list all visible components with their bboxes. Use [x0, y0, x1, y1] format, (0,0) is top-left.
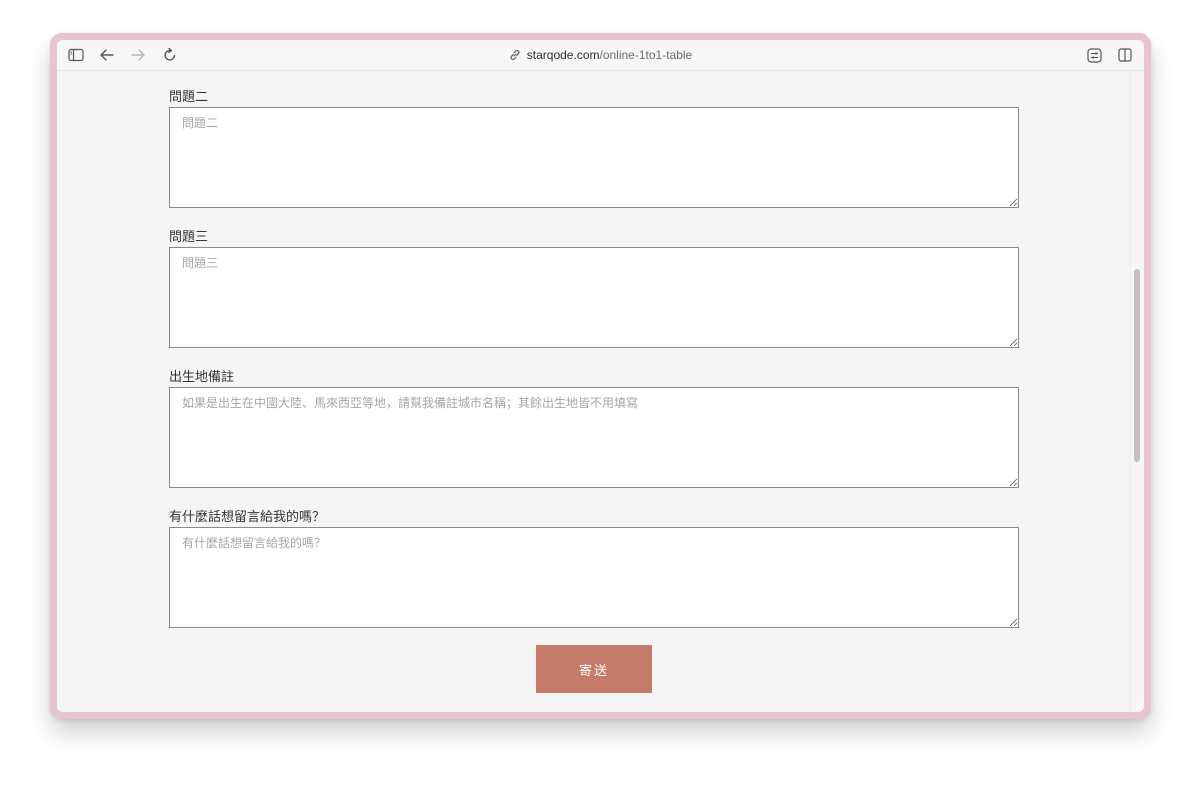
question-three-field: 問題三 — [169, 229, 1019, 348]
url-domain: starqode.com — [526, 48, 600, 62]
scrollbar[interactable] — [1130, 71, 1144, 712]
url-path: /online-1to1-table — [599, 48, 693, 62]
message-textarea[interactable] — [169, 527, 1019, 628]
question-two-field: 問題二 — [169, 89, 1019, 208]
question-three-label: 問題三 — [169, 230, 209, 245]
birthplace-note-label: 出生地備註 — [169, 370, 235, 385]
birthplace-note-field: 出生地備註 — [169, 369, 1019, 488]
question-two-textarea[interactable] — [169, 107, 1019, 208]
page-content: 問題二 問題三 出生地備註 有什麼話想留言給我的嗎？ 寄送 — [57, 71, 1144, 712]
scrollbar-thumb[interactable] — [1134, 269, 1140, 462]
address-bar[interactable]: starqode.com/online-1to1-table — [57, 47, 1144, 65]
link-icon — [509, 49, 521, 65]
browser-toolbar: starqode.com/online-1to1-table — [57, 40, 1144, 71]
question-two-label: 問題二 — [169, 90, 209, 105]
reader-icon[interactable] — [1085, 46, 1103, 64]
browser-viewport: starqode.com/online-1to1-table 問題二 問題三 出… — [57, 40, 1144, 712]
message-label: 有什麼話想留言給我的嗎？ — [169, 510, 326, 525]
question-three-textarea[interactable] — [169, 247, 1019, 348]
birthplace-note-textarea[interactable] — [169, 387, 1019, 488]
browser-window: starqode.com/online-1to1-table 問題二 問題三 出… — [50, 33, 1151, 719]
submit-button[interactable]: 寄送 — [536, 645, 652, 693]
message-field: 有什麼話想留言給我的嗎？ — [169, 509, 1019, 628]
split-view-icon[interactable] — [1116, 46, 1134, 64]
